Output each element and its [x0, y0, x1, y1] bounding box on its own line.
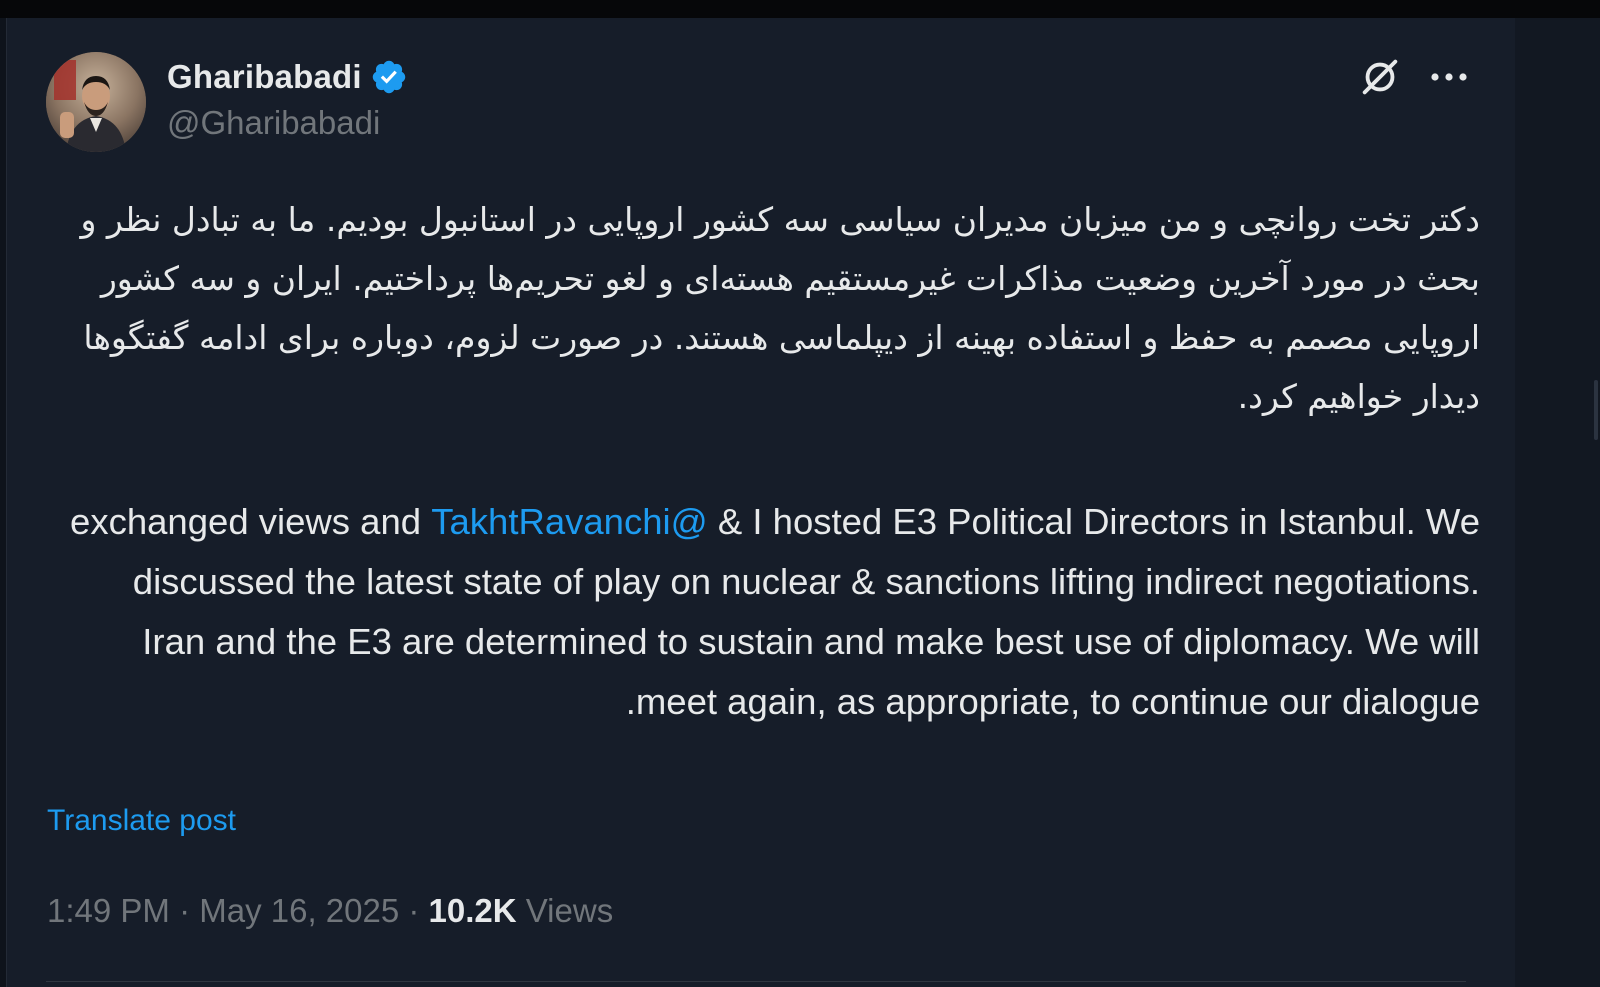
post-meta: 1:49 PM · May 16, 2025 · 10.2K Views	[47, 892, 613, 930]
scrollbar-thumb[interactable]	[1594, 380, 1598, 440]
grok-icon[interactable]	[1357, 54, 1403, 100]
author-display-name[interactable]: Gharibabadi	[167, 58, 362, 96]
divider	[46, 981, 1466, 982]
post-date[interactable]: May 16, 2025	[199, 892, 399, 929]
avatar[interactable]	[46, 52, 146, 152]
mention-link-takhtravanchi[interactable]: @TakhtRavanchi	[431, 501, 707, 542]
right-gutter	[1515, 18, 1600, 987]
post-time[interactable]: 1:49 PM	[47, 892, 170, 929]
translate-post-link[interactable]: Translate post	[47, 804, 236, 838]
views-count: 10.2K	[428, 892, 517, 929]
meta-separator: ·	[169, 892, 200, 929]
avatar-photo-icon	[46, 52, 146, 152]
views-label: Views	[516, 892, 614, 929]
post-text-english: I hosted E3 Political Directors in Istan…	[60, 492, 1480, 732]
window-top-strip	[0, 0, 1600, 18]
post-text-english-part1: I hosted E3 Political Directors in Istan…	[707, 501, 1480, 542]
author-name-row[interactable]: Gharibabadi	[167, 54, 408, 100]
more-options-icon[interactable]	[1428, 64, 1470, 90]
post-text-persian: دکتر تخت روانچی و من میزبان مدیران سیاسی…	[80, 200, 1481, 416]
meta-separator: ·	[399, 892, 429, 929]
post-body: دکتر تخت روانچی و من میزبان مدیران سیاسی…	[60, 190, 1481, 722]
author-handle[interactable]: @Gharibabadi	[167, 104, 380, 142]
verified-badge-icon	[372, 60, 405, 94]
